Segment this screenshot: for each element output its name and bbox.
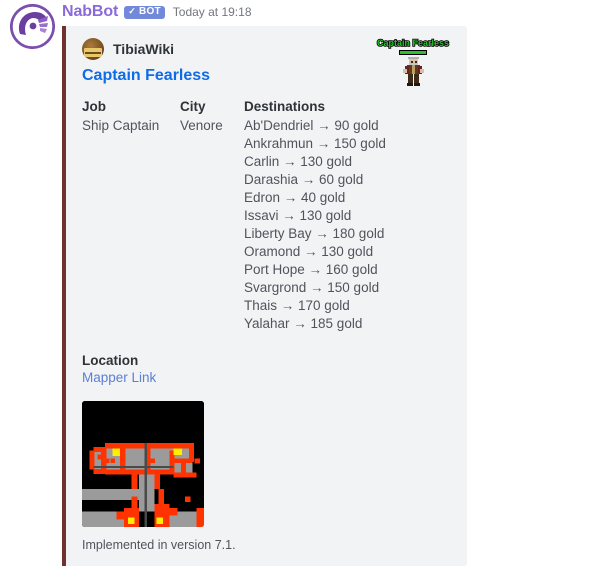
field-city: City Venore bbox=[180, 99, 230, 135]
field-city-name: City bbox=[180, 99, 206, 114]
captain-fearless-npc-sprite: Captain Fearless bbox=[376, 37, 450, 86]
destination-entry: Svargrond → 150 gold bbox=[244, 280, 380, 295]
tibiawiki-icon bbox=[82, 38, 104, 60]
field-destinations-name: Destinations bbox=[244, 99, 326, 114]
field-city-value: Venore bbox=[180, 118, 223, 133]
username[interactable]: NabBot bbox=[62, 3, 118, 21]
bot-badge: ✓ BOT bbox=[124, 5, 165, 19]
field-location-name: Location bbox=[82, 353, 139, 368]
tibia-minimap-image[interactable] bbox=[82, 401, 204, 527]
field-location: Location Mapper Link bbox=[82, 353, 451, 385]
bot-badge-label: BOT bbox=[139, 5, 161, 17]
check-icon: ✓ bbox=[128, 6, 137, 16]
embed-fields: Job Ship Captain City Venore Destination… bbox=[82, 99, 451, 333]
destination-entry: Issavi → 130 gold bbox=[244, 208, 352, 223]
field-destinations-value: Ab'Dendriel → 90 gold Ankrahmun → 150 gol… bbox=[244, 117, 437, 333]
embed: Captain Fearless TibiaWiki Captain Fearl… bbox=[62, 26, 467, 566]
avatar[interactable] bbox=[10, 4, 55, 49]
destination-entry: Ankrahmun → 150 gold bbox=[244, 136, 386, 151]
field-job-name: Job bbox=[82, 99, 107, 114]
destination-entry: Carlin → 130 gold bbox=[244, 154, 353, 169]
destination-entry: Liberty Bay → 180 gold bbox=[244, 226, 385, 241]
message-timestamp: Today at 19:18 bbox=[172, 5, 252, 19]
field-job: Job Ship Captain bbox=[82, 99, 166, 135]
destination-entry: Oramond → 130 gold bbox=[244, 244, 374, 259]
message-header: NabBot ✓ BOT Today at 19:18 bbox=[62, 1, 252, 23]
destination-entry: Thais → 170 gold bbox=[244, 298, 350, 313]
destination-entry: Darashia → 60 gold bbox=[244, 172, 364, 187]
destination-entry: Yalahar → 185 gold bbox=[244, 316, 363, 331]
destination-entry: Edron → 40 gold bbox=[244, 190, 346, 205]
mapper-link[interactable]: Mapper Link bbox=[82, 370, 451, 385]
field-destinations: Destinations Ab'Dendriel → 90 gold Ankrah… bbox=[244, 99, 437, 333]
nabbot-logo-icon bbox=[10, 4, 55, 49]
destination-entry: Port Hope → 160 gold bbox=[244, 262, 378, 277]
embed-thumbnail[interactable]: Captain Fearless bbox=[369, 36, 457, 94]
embed-footer: Implemented in version 7.1. bbox=[82, 538, 236, 552]
destination-entry: Ab'Dendriel → 90 gold bbox=[244, 118, 379, 133]
embed-author-name: TibiaWiki bbox=[113, 41, 175, 57]
field-job-value: Ship Captain bbox=[82, 118, 160, 133]
svg-text:Captain Fearless: Captain Fearless bbox=[377, 38, 449, 48]
